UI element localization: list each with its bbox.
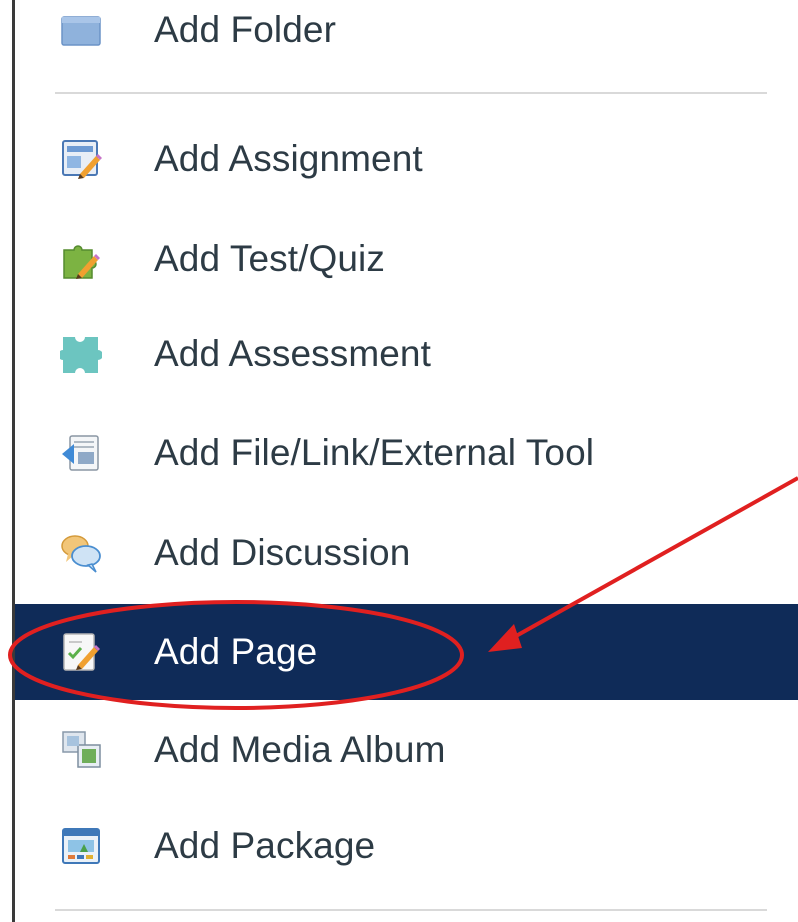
menu-item-add-media-album[interactable]: Add Media Album xyxy=(15,715,798,785)
media-album-icon xyxy=(60,729,102,771)
menu-item-label: Add Media Album xyxy=(154,729,446,770)
menu-item-label: Add Folder xyxy=(154,9,336,50)
discussion-icon xyxy=(60,532,102,574)
test-quiz-icon xyxy=(60,238,102,280)
menu-item-add-assignment[interactable]: Add Assignment xyxy=(15,124,798,194)
menu-item-label: Add Assessment xyxy=(154,333,431,374)
assignment-icon xyxy=(60,138,102,180)
package-icon xyxy=(60,825,102,867)
menu-item-label: Add Package xyxy=(154,825,376,866)
menu-item-add-test-quiz[interactable]: Add Test/Quiz xyxy=(15,224,798,294)
page-icon xyxy=(60,631,102,673)
menu-item-label: Add Page xyxy=(154,631,318,672)
menu-item-label: Add Discussion xyxy=(154,532,411,573)
menu-item-add-assessment[interactable]: Add Assessment xyxy=(15,319,798,389)
menu-item-label: Add Assignment xyxy=(154,138,423,179)
menu-divider-bottom xyxy=(55,909,767,911)
folder-icon xyxy=(60,9,102,51)
assessment-icon xyxy=(60,333,102,375)
menu-item-label: Add File/Link/External Tool xyxy=(154,432,595,473)
file-link-icon xyxy=(60,432,102,474)
menu-divider xyxy=(55,92,767,94)
menu-item-add-package[interactable]: Add Package xyxy=(15,811,798,881)
menu-item-label: Add Test/Quiz xyxy=(154,238,385,279)
menu-item-add-folder[interactable]: Add Folder xyxy=(15,0,798,65)
menu-item-add-file-link[interactable]: Add File/Link/External Tool xyxy=(15,418,798,488)
add-content-menu: Add Folder Add Assignment Add Test/Quiz … xyxy=(0,0,798,922)
menu-item-add-discussion[interactable]: Add Discussion xyxy=(15,518,798,588)
menu-item-add-page[interactable]: Add Page xyxy=(15,604,798,700)
